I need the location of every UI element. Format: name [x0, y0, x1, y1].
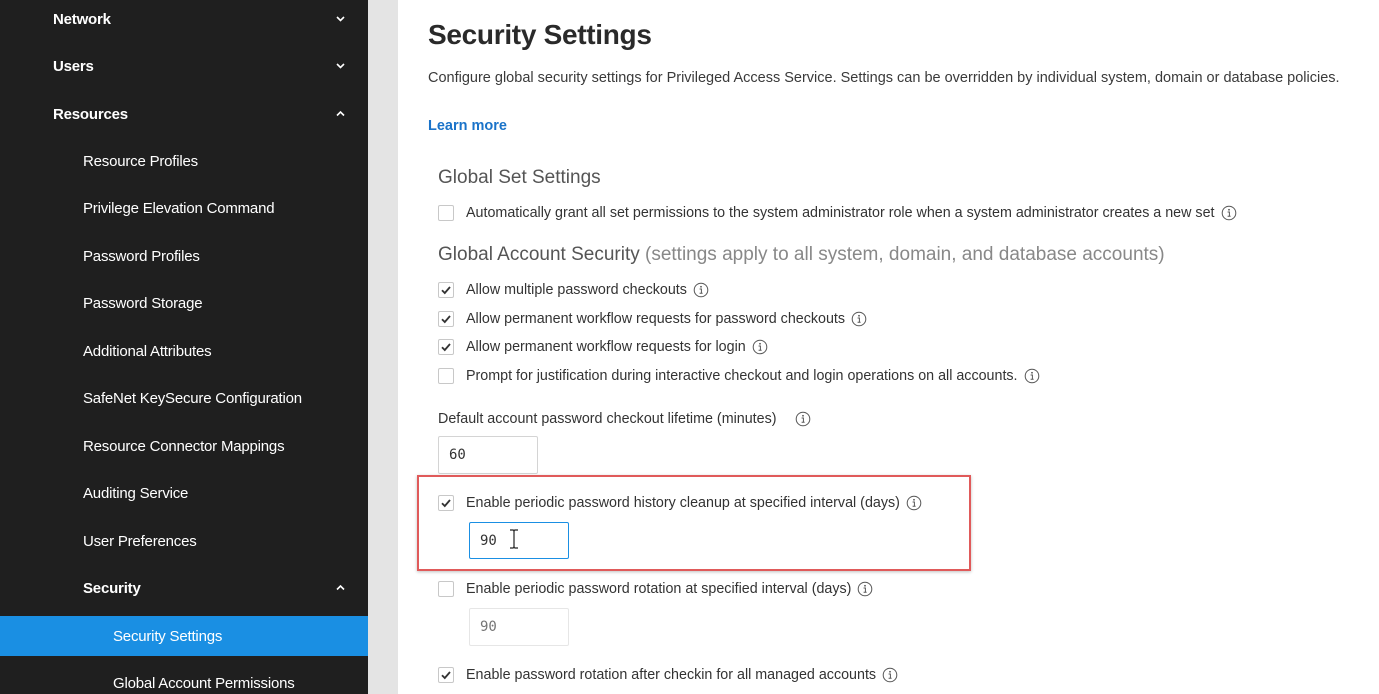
history-cleanup-label: Enable periodic password history cleanup…	[466, 495, 900, 511]
info-icon[interactable]	[752, 339, 768, 355]
checkout-lifetime-label-row: Default account password checkout lifeti…	[438, 408, 811, 430]
sidebar-item-label: Privilege Elevation Command	[83, 199, 275, 217]
auto-grant-label: Automatically grant all set permissions …	[466, 205, 1215, 221]
gutter-divider	[368, 0, 398, 694]
sidebar-item-users[interactable]: Users	[0, 46, 368, 86]
history-cleanup-row: Enable periodic password history cleanup…	[438, 492, 922, 514]
multiple-checkouts-row: Allow multiple password checkouts	[438, 279, 709, 301]
learn-more-link[interactable]: Learn more	[428, 118, 507, 134]
checkout-lifetime-label: Default account password checkout lifeti…	[438, 411, 777, 427]
section-title-text: Global Account Security	[438, 244, 640, 265]
justification-row: Prompt for justification during interact…	[438, 365, 1040, 387]
sidebar-item-label: Password Storage	[83, 294, 203, 312]
history-cleanup-checkbox[interactable]	[438, 495, 454, 511]
sidebar-item-user-preferences[interactable]: User Preferences	[0, 521, 368, 561]
workflow-checkouts-label: Allow permanent workflow requests for pa…	[466, 311, 846, 327]
periodic-rotation-input[interactable]	[469, 608, 569, 646]
chevron-up-icon	[335, 108, 346, 119]
sidebar-item-label: Security Settings	[113, 627, 223, 645]
auto-grant-checkbox[interactable]	[438, 205, 454, 221]
chevron-down-icon	[335, 60, 346, 71]
section-title-global-account: Global Account Security (settings apply …	[438, 244, 1165, 266]
sidebar-item-label: Network	[53, 10, 111, 28]
sidebar-item-password-profiles[interactable]: Password Profiles	[0, 236, 368, 276]
info-icon[interactable]	[795, 411, 811, 427]
periodic-rotation-row: Enable periodic password rotation at spe…	[438, 578, 873, 600]
sidebar-item-safenet-keysecure-configuration[interactable]: SafeNet KeySecure Configuration	[0, 378, 368, 418]
sidebar-nav: Network Users Resources Resource Profile…	[0, 0, 368, 694]
sidebar-item-auditing-service[interactable]: Auditing Service	[0, 473, 368, 513]
workflow-checkouts-row: Allow permanent workflow requests for pa…	[438, 308, 867, 330]
workflow-login-checkbox[interactable]	[438, 339, 454, 355]
info-icon[interactable]	[882, 667, 898, 683]
justification-label: Prompt for justification during interact…	[466, 368, 1018, 384]
sidebar-item-resource-connector-mappings[interactable]: Resource Connector Mappings	[0, 426, 368, 466]
sidebar-item-label: Security	[83, 579, 141, 597]
sidebar-item-label: SafeNet KeySecure Configuration	[83, 389, 302, 407]
sidebar-item-network[interactable]: Network	[0, 0, 368, 39]
section-title-note: (settings apply to all system, domain, a…	[645, 244, 1165, 265]
periodic-rotation-checkbox[interactable]	[438, 581, 454, 597]
workflow-login-row: Allow permanent workflow requests for lo…	[438, 336, 768, 358]
sidebar-item-label: User Preferences	[83, 532, 197, 550]
rotation-after-checkin-checkbox[interactable]	[438, 667, 454, 683]
info-icon[interactable]	[1024, 368, 1040, 384]
sidebar-item-resource-profiles[interactable]: Resource Profiles	[0, 141, 368, 181]
section-title-global-set: Global Set Settings	[438, 167, 601, 188]
sidebar-item-label: Password Profiles	[83, 247, 200, 265]
sidebar-item-security[interactable]: Security	[0, 568, 368, 608]
workflow-login-label: Allow permanent workflow requests for lo…	[466, 339, 746, 355]
page-title: Security Settings	[428, 19, 652, 50]
sidebar-item-additional-attributes[interactable]: Additional Attributes	[0, 331, 368, 371]
sidebar-item-resources[interactable]: Resources	[0, 94, 368, 134]
sidebar-item-label: Auditing Service	[83, 484, 189, 502]
checkout-lifetime-input[interactable]	[438, 436, 538, 474]
page-description: Configure global security settings for P…	[428, 70, 1340, 86]
main-content: Security Settings Configure global secur…	[398, 0, 1379, 694]
sidebar-item-label: Resources	[53, 105, 128, 123]
auto-grant-row: Automatically grant all set permissions …	[438, 202, 1237, 224]
workflow-checkouts-checkbox[interactable]	[438, 311, 454, 327]
sidebar-item-label: Resource Connector Mappings	[83, 437, 285, 455]
chevron-down-icon	[335, 13, 346, 24]
sidebar-item-password-storage[interactable]: Password Storage	[0, 283, 368, 323]
justification-checkbox[interactable]	[438, 368, 454, 384]
sidebar-item-label: Users	[53, 57, 94, 75]
sidebar-item-privilege-elevation-command[interactable]: Privilege Elevation Command	[0, 188, 368, 228]
chevron-up-icon	[335, 582, 346, 593]
info-icon[interactable]	[906, 495, 922, 511]
sidebar-item-security-settings[interactable]: Security Settings	[0, 616, 368, 656]
info-icon[interactable]	[693, 282, 709, 298]
info-icon[interactable]	[857, 581, 873, 597]
info-icon[interactable]	[851, 311, 867, 327]
sidebar-item-global-account-permissions[interactable]: Global Account Permissions	[0, 663, 368, 694]
rotation-after-checkin-label: Enable password rotation after checkin f…	[466, 667, 877, 683]
periodic-rotation-label: Enable periodic password rotation at spe…	[466, 581, 852, 597]
sidebar-item-label: Global Account Permissions	[113, 674, 295, 692]
rotation-after-checkin-row: Enable password rotation after checkin f…	[438, 664, 898, 686]
text-cursor-icon	[508, 528, 520, 550]
multiple-checkouts-label: Allow multiple password checkouts	[466, 282, 687, 298]
info-icon[interactable]	[1221, 205, 1237, 221]
sidebar-item-label: Additional Attributes	[83, 342, 212, 360]
multiple-checkouts-checkbox[interactable]	[438, 282, 454, 298]
sidebar-item-label: Resource Profiles	[83, 152, 198, 170]
